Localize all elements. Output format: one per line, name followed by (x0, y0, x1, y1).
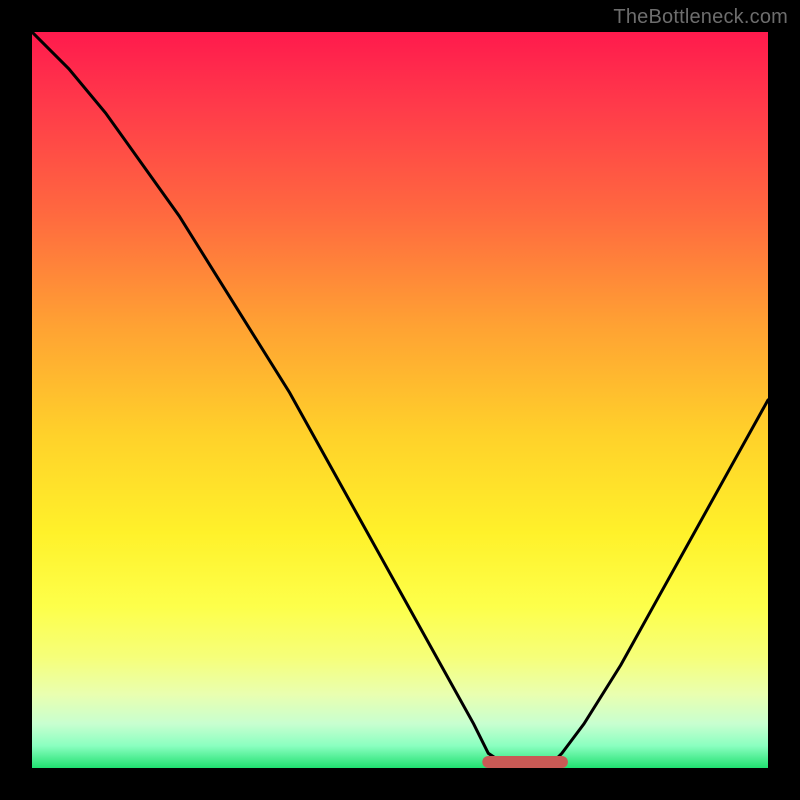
bottleneck-curve (32, 32, 768, 768)
curve-svg (32, 32, 768, 768)
watermark-text: TheBottleneck.com (613, 6, 788, 29)
chart-frame: TheBottleneck.com (0, 0, 800, 800)
plot-area (32, 32, 768, 768)
